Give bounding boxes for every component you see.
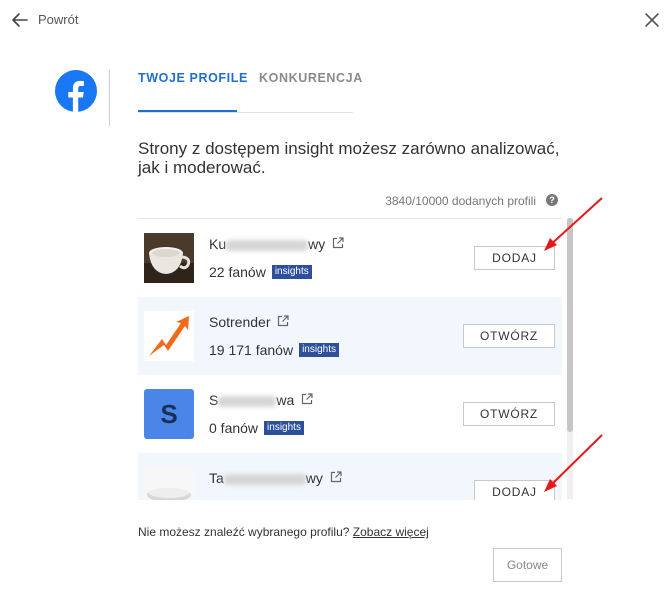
profile-name: Sotrender (209, 314, 290, 330)
close-icon[interactable] (645, 13, 659, 32)
description: Strony z dostępem insight możesz zarówno… (138, 139, 560, 177)
list-item: Ta wy DODAJ (138, 453, 562, 500)
blurred-text (223, 473, 306, 485)
back-button[interactable]: Powrót (12, 12, 78, 27)
insights-badge: insights (264, 421, 304, 435)
cup-image (144, 233, 194, 283)
list-item: S Swa 0 fanów insights OTWÓRZ (138, 375, 562, 453)
profile-name: Ku wy (209, 236, 344, 252)
profile-name: Ta wy (209, 470, 342, 486)
external-link-icon[interactable] (330, 470, 342, 486)
annotation-arrow-icon (544, 434, 603, 492)
list-item: Sotrender 19 171 fanów insights OTWÓRZ (138, 297, 562, 375)
blurred-text (226, 239, 309, 251)
dish-image (144, 467, 194, 500)
profile-counter: 3840/10000 dodanych profili (385, 194, 536, 208)
insights-badge: insights (271, 265, 312, 279)
divider (109, 70, 110, 126)
fans-count: 19 171 fanów insights (209, 342, 339, 358)
footer-note: Nie możesz znaleźć wybranego profilu? Zo… (138, 525, 429, 539)
see-more-link[interactable]: Zobacz więcej (353, 525, 429, 539)
sotrender-logo (144, 311, 194, 361)
profile-name: Swa (209, 392, 313, 408)
tab-twoje-profile[interactable]: TWOJE PROFILE (138, 71, 248, 85)
arrow-left-icon (12, 12, 28, 27)
active-tab-indicator (138, 110, 237, 112)
list-item: Ku wy 22 fanów insights DODAJ (138, 219, 562, 297)
back-label: Powrót (38, 12, 79, 27)
profile-list: Ku wy 22 fanów insights DODAJ Sotrender 1… (138, 218, 562, 500)
external-link-icon[interactable] (301, 392, 313, 408)
tabs: TWOJE PROFILE KONKURENCJA (138, 71, 362, 113)
open-button[interactable]: OTWÓRZ (463, 402, 555, 426)
letter-s-avatar: S (144, 389, 194, 439)
fans-count: 0 fanów insights (209, 420, 304, 436)
open-button[interactable]: OTWÓRZ (463, 324, 555, 348)
done-button[interactable]: Gotowe (493, 548, 562, 582)
external-link-icon[interactable] (277, 314, 290, 330)
blurred-text (218, 395, 277, 407)
annotation-arrow-icon (544, 197, 603, 251)
facebook-logo-icon (55, 70, 97, 112)
fans-count: 22 fanów insights (209, 264, 312, 280)
tab-konkurencja[interactable]: KONKURENCJA (259, 71, 363, 85)
insights-badge: insights (299, 343, 339, 357)
external-link-icon[interactable] (332, 236, 344, 252)
